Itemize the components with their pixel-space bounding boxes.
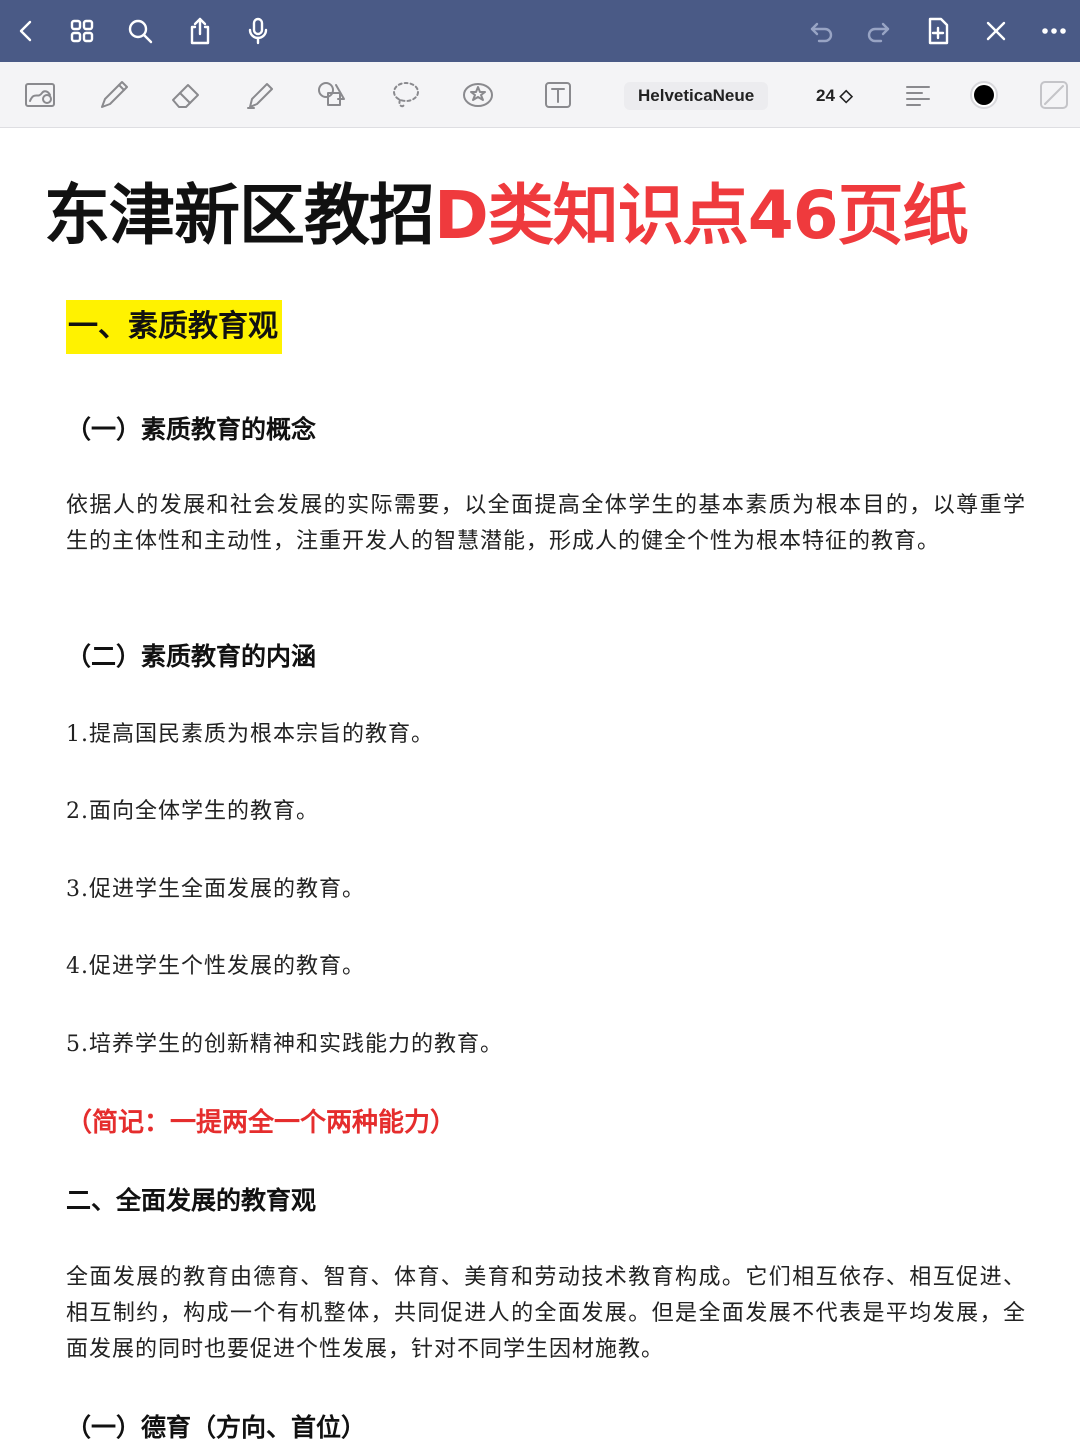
sticker-icon[interactable] (456, 74, 500, 116)
fill-icon[interactable] (1032, 74, 1076, 116)
font-name-selector[interactable]: HelveticaNeue (624, 82, 769, 110)
list-item: 4.促进学生个性发展的教育。 (66, 954, 365, 979)
eraser-icon[interactable] (164, 74, 208, 116)
subheading-connotation: （二）素质教育的内涵 (66, 642, 317, 671)
list-item: 1.提高国民素质为根本宗旨的教育。 (66, 722, 434, 747)
memo-note: （简记：一提两全一个两种能力） (66, 1108, 457, 1138)
undo-icon[interactable] (802, 11, 842, 51)
top-nav-bar (0, 0, 1080, 62)
subheading-concept: （一）素质教育的概念 (66, 415, 317, 444)
close-icon[interactable] (976, 11, 1016, 51)
development-paragraph: 全面发展的教育由德育、智育、体育、美育和劳动技术教育构成。它们相互依存、相互促进… (66, 1265, 1026, 1362)
more-icon[interactable] (1034, 11, 1074, 51)
section-heading-2: 二、全面发展的教育观 (66, 1186, 317, 1215)
title-red-part: D类知识点46页纸 (434, 177, 969, 254)
image-icon[interactable] (18, 74, 62, 116)
redo-icon[interactable] (858, 11, 898, 51)
font-size-stepper[interactable]: 24 ◇ (806, 82, 863, 110)
list-item: 5.培养学生的创新精神和实践能力的教育。 (66, 1032, 503, 1057)
concept-paragraph: 依据人的发展和社会发展的实际需要，以全面提高全体学生的基本素质为根本目的，以尊重… (66, 493, 1026, 554)
list-item: 2.面向全体学生的教育。 (66, 799, 319, 824)
color-icon[interactable] (962, 74, 1006, 116)
lasso-icon[interactable] (384, 74, 428, 116)
title-black-part: 东津新区教招 (44, 177, 435, 254)
align-icon[interactable] (896, 74, 940, 116)
share-icon[interactable] (180, 11, 220, 51)
grid-icon[interactable] (62, 11, 102, 51)
section-heading-1: 一、素质教育观 (66, 300, 282, 354)
search-icon[interactable] (120, 11, 160, 51)
tool-bar: HelveticaNeue 24 ◇ (0, 62, 1080, 128)
add-page-icon[interactable] (918, 11, 958, 51)
subheading-moral-education: （一）德育（方向、首位） (66, 1413, 367, 1440)
text-box-icon[interactable] (536, 74, 580, 116)
list-item: 3.促进学生全面发展的教育。 (66, 877, 365, 902)
pen-icon[interactable] (92, 74, 136, 116)
back-icon[interactable] (6, 11, 46, 51)
shapes-icon[interactable] (310, 74, 354, 116)
document-title: 东津新区教招D类知识点46页纸 (44, 176, 1054, 256)
microphone-icon[interactable] (238, 11, 278, 51)
highlighter-icon[interactable] (238, 74, 282, 116)
